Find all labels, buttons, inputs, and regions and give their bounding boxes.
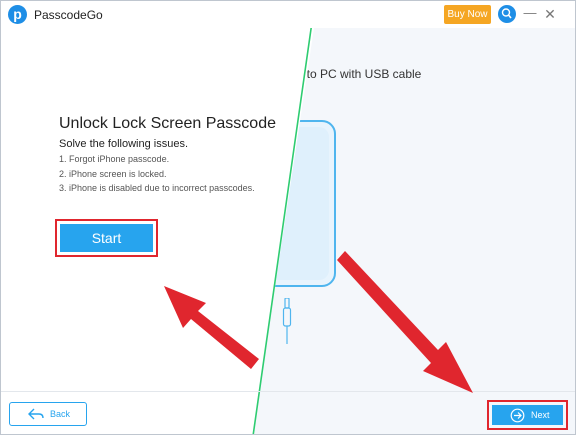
next-label: Next [531, 410, 550, 420]
start-highlight-box: Start [55, 219, 158, 257]
footer-divider [1, 391, 575, 392]
issue-item: 1. Forgot iPhone passcode. [59, 154, 170, 164]
back-label: Back [50, 409, 71, 419]
issue-item: 3. iPhone is disabled due to incorrect p… [59, 183, 255, 193]
issues-subheading: Solve the following issues. [59, 138, 189, 150]
back-button[interactable]: Back [9, 402, 87, 426]
search-icon[interactable] [498, 5, 516, 23]
buy-now-button[interactable]: Buy Now [444, 5, 491, 24]
back-arrow-icon [28, 408, 44, 420]
title-bar: p PasscodeGo Buy Now — ✕ [1, 1, 575, 28]
next-highlight-box: Next [487, 400, 568, 430]
next-button[interactable]: Next [492, 405, 563, 425]
start-button[interactable]: Start [60, 224, 153, 252]
minimize-icon[interactable]: — [522, 6, 538, 22]
app-title: PasscodeGo [34, 8, 103, 22]
close-icon[interactable]: ✕ [542, 6, 558, 22]
issue-item: 2. iPhone screen is locked. [59, 169, 167, 179]
page-title: Unlock Lock Screen Passcode [59, 115, 276, 132]
app-logo-icon: p [8, 5, 27, 24]
next-arrow-icon [510, 408, 525, 423]
usb-cable-icon [282, 298, 292, 344]
app-window: cted to PC with USB cable Unlock Lock Sc… [0, 0, 576, 435]
